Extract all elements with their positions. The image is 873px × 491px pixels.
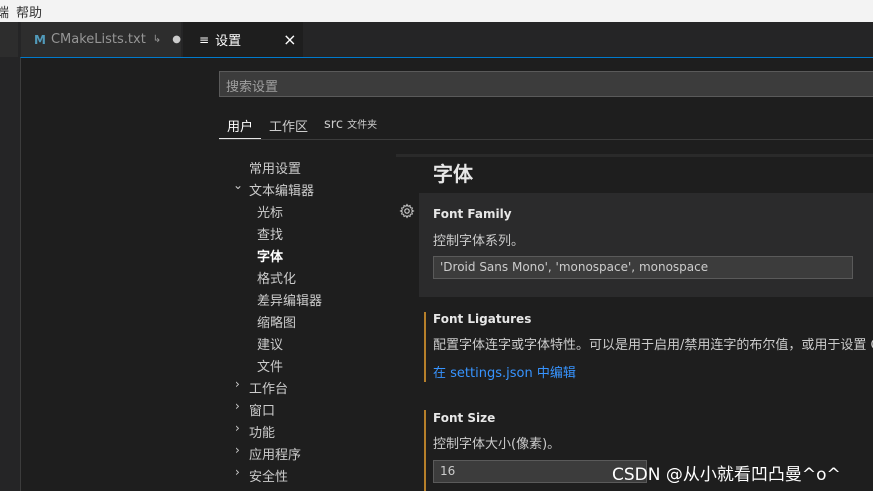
modified-indicator <box>424 410 426 491</box>
content-top-shadow <box>396 154 873 157</box>
modified-indicator <box>424 312 426 382</box>
toc-item-find[interactable]: 查找 <box>257 224 283 243</box>
toc-item-features[interactable]: 功能 <box>249 422 275 441</box>
toc-item-formatting[interactable]: 格式化 <box>257 268 296 287</box>
menu-bar: 端 帮助 <box>0 0 873 22</box>
toc-item-workbench[interactable]: 工作台 <box>249 378 288 397</box>
tab-cmakelists[interactable]: M CMakeLists.txt ↳ ● <box>21 22 182 57</box>
divider <box>219 139 873 140</box>
setting-description: 控制字体系列。 <box>433 234 525 249</box>
section-title: 字体 <box>433 162 473 186</box>
menu-terminal[interactable]: 端 <box>0 2 9 21</box>
git-branch-icon: ↳ <box>152 34 162 45</box>
activity-strip <box>0 57 20 491</box>
menu-help[interactable]: 帮助 <box>16 2 42 21</box>
tab-label: 设置 <box>215 34 242 49</box>
setting-title: Font Size <box>433 411 496 425</box>
toc-item-application[interactable]: 应用程序 <box>249 444 301 463</box>
folder-name: src <box>324 117 343 132</box>
toc-item-window[interactable]: 窗口 <box>249 400 275 419</box>
toc-item-security[interactable]: 安全性 <box>249 466 288 485</box>
tab-label: CMakeLists.txt <box>50 32 146 47</box>
folder-suffix: 文件夹 <box>347 120 378 131</box>
toc-item-files[interactable]: 文件 <box>257 356 283 375</box>
setting-description: 配置字体连字或字体特性。可以是用于启用/禁用连字的布尔值，或用于设置 C <box>433 338 873 353</box>
toc-item-minimap[interactable]: 缩略图 <box>257 312 296 331</box>
tab-overflow[interactable]: · <box>0 22 19 57</box>
toc-item-text-editor[interactable]: 文本编辑器 <box>249 180 314 199</box>
tab-folder-scope[interactable]: src 文件夹 <box>324 116 377 132</box>
gear-icon[interactable] <box>399 203 415 219</box>
setting-title: Font Ligatures <box>433 312 532 326</box>
search-input[interactable]: 搜索设置 <box>219 71 873 97</box>
unsaved-dot-icon[interactable]: ● <box>172 34 181 45</box>
chevron-right-icon[interactable]: › <box>235 399 240 413</box>
setting-description: 控制字体大小(像素)。 <box>433 437 561 452</box>
font-family-input[interactable]: 'Droid Sans Mono', 'monospace', monospac… <box>433 256 853 279</box>
chevron-right-icon[interactable]: › <box>235 443 240 457</box>
close-icon[interactable]: × <box>283 30 296 49</box>
cmake-file-icon: M <box>34 32 46 47</box>
toc-item-diff-editor[interactable]: 差异编辑器 <box>257 290 322 309</box>
toc-item-common[interactable]: 常用设置 <box>249 158 301 177</box>
chevron-right-icon[interactable]: › <box>235 377 240 391</box>
toc-item-suggestions[interactable]: 建议 <box>257 334 283 353</box>
chevron-down-icon[interactable]: ⌄ <box>233 178 243 192</box>
tab-user-scope[interactable]: 用户 <box>227 116 253 135</box>
watermark: CSDN @从小就看凹凸曼^o^ <box>612 465 841 485</box>
settings-file-icon: ≡ <box>199 32 210 47</box>
tab-workspace-scope[interactable]: 工作区 <box>269 116 308 135</box>
chevron-right-icon[interactable]: › <box>235 465 240 479</box>
tab-settings[interactable]: ≡ 设置 × <box>183 22 303 57</box>
setting-title: Font Family <box>433 207 512 221</box>
toc-item-font[interactable]: 字体 <box>257 246 283 265</box>
toc-item-cursor[interactable]: 光标 <box>257 202 283 221</box>
chevron-right-icon[interactable]: › <box>235 421 240 435</box>
edit-in-settings-json-link[interactable]: 在 settings.json 中编辑 <box>433 362 576 381</box>
tab-bar: · M CMakeLists.txt ↳ ● ≡ 设置 × <box>0 22 873 57</box>
